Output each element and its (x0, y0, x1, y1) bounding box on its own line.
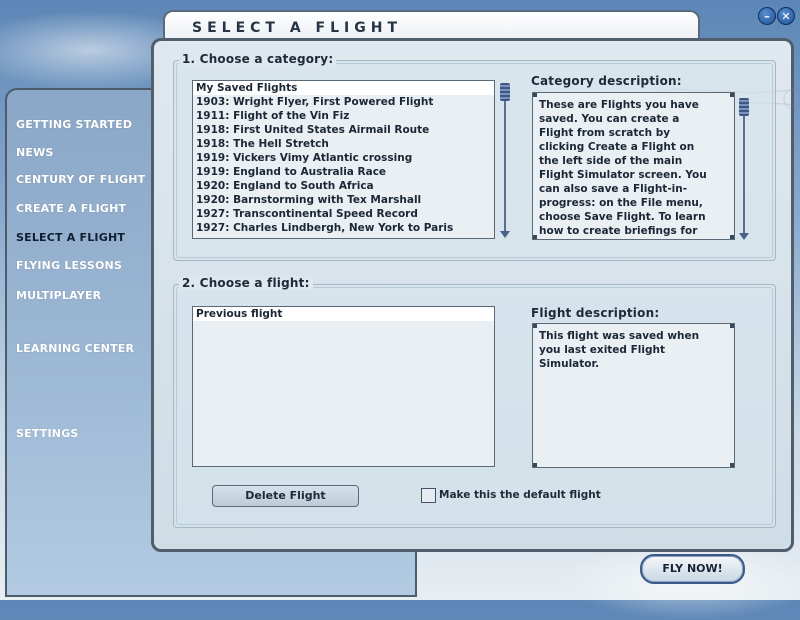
scrollbar-track (743, 104, 745, 234)
box-corner (730, 235, 734, 239)
category-list-item[interactable]: 1927: Charles Lindbergh, New York to Par… (193, 221, 494, 235)
default-flight-checkbox[interactable] (421, 488, 436, 503)
nav-item-multiplayer[interactable]: MULTIPLAYER (16, 289, 101, 302)
category-list-item[interactable]: 1918: The Hell Stretch (193, 137, 494, 151)
scrollbar-track (504, 89, 506, 232)
flight-list-item[interactable]: Previous flight (193, 307, 494, 321)
category-list-item[interactable]: 1911: Flight of the Vin Fiz (193, 109, 494, 123)
nav-item-flying-lessons[interactable]: FLYING LESSONS (16, 259, 122, 272)
flight-list[interactable]: Previous flight (192, 306, 495, 467)
box-corner (533, 235, 537, 239)
nav-item-getting-started[interactable]: GETTING STARTED (16, 118, 132, 131)
box-corner (730, 463, 734, 467)
nav-item-learning-center[interactable]: LEARNING CENTER (16, 342, 134, 355)
main-panel: 1. Choose a category: My Saved Flights 19… (151, 38, 800, 552)
category-list[interactable]: My Saved Flights 1903: Wright Flyer, Firs… (192, 80, 495, 239)
minimize-icon[interactable]: – (758, 7, 776, 25)
fly-now-button[interactable]: FLY NOW! (640, 554, 745, 584)
category-list-item[interactable]: My Saved Flights (193, 81, 494, 95)
box-corner (533, 93, 537, 97)
category-list-item[interactable]: 1919: Vickers Vimy Atlantic crossing (193, 151, 494, 165)
category-scrollbar[interactable] (500, 83, 510, 238)
box-corner (730, 93, 734, 97)
flight-heading: 2. Choose a flight: (179, 276, 313, 290)
flight-list-rows: Previous flight (193, 307, 494, 321)
nav-item-news[interactable]: NEWS (16, 146, 54, 159)
default-flight-checkbox-label[interactable]: Make this the default flight (439, 489, 601, 501)
category-list-item[interactable]: 1920: Barnstorming with Tex Marshall (193, 193, 494, 207)
category-list-item[interactable]: 1903: Wright Flyer, First Powered Flight (193, 95, 494, 109)
category-list-item[interactable]: 1919: England to Australia Race (193, 165, 494, 179)
nav-item-select-a-flight[interactable]: SELECT A FLIGHT (16, 231, 125, 244)
category-description-label: Category description: (531, 74, 682, 88)
category-heading: 1. Choose a category: (179, 52, 337, 66)
nav-item-settings[interactable]: SETTINGS (16, 427, 79, 440)
flight-description-box: This flight was saved when you last exit… (532, 323, 735, 468)
scrollbar-thumb[interactable] (500, 83, 510, 101)
page-title: SELECT A FLIGHT (192, 20, 402, 36)
flight-description-label: Flight description: (531, 306, 660, 320)
category-list-rows: My Saved Flights 1903: Wright Flyer, Firs… (193, 81, 494, 235)
category-list-item[interactable]: 1920: England to South Africa (193, 179, 494, 193)
flight-description-text: This flight was saved when you last exit… (539, 330, 700, 370)
close-icon[interactable]: ✕ (777, 7, 795, 25)
nav-item-century-of-flight[interactable]: CENTURY OF FLIGHT (16, 173, 145, 186)
delete-flight-button[interactable]: Delete Flight (212, 485, 359, 507)
scroll-down-arrow-icon[interactable] (739, 233, 749, 240)
category-description-scrollbar[interactable] (739, 98, 749, 240)
category-description-box: These are Flights you have saved. You ca… (532, 92, 735, 240)
box-corner (533, 463, 537, 467)
category-list-item[interactable]: 1927: Transcontinental Speed Record (193, 207, 494, 221)
nav-item-create-a-flight[interactable]: CREATE A FLIGHT (16, 202, 126, 215)
scrollbar-thumb[interactable] (739, 98, 749, 116)
box-corner (533, 324, 537, 328)
category-description-text: These are Flights you have saved. You ca… (539, 99, 707, 237)
box-corner (730, 324, 734, 328)
scroll-down-arrow-icon[interactable] (500, 231, 510, 238)
category-list-item[interactable]: 1918: First United States Airmail Route (193, 123, 494, 137)
